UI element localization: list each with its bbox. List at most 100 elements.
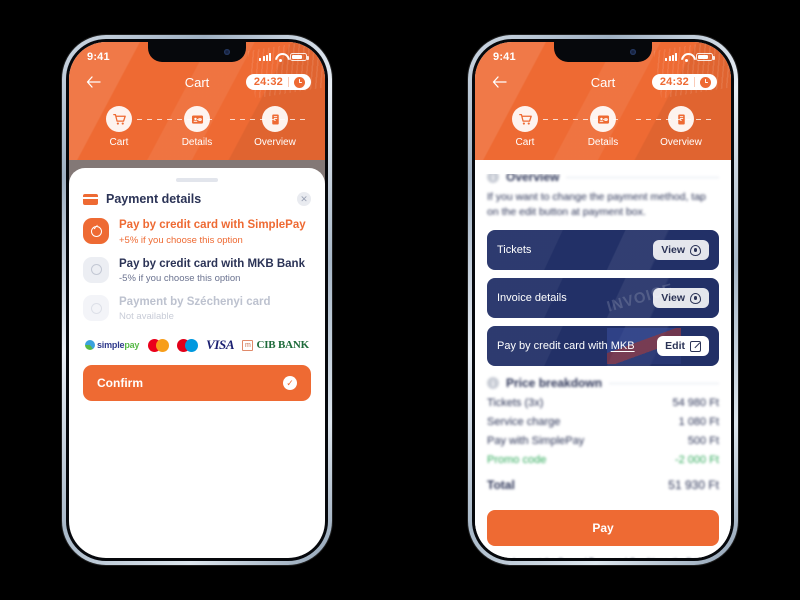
terms-text: I accept the General Terms and Condition… xyxy=(513,556,719,558)
price-breakdown-heading: Price breakdown xyxy=(506,376,603,391)
wifi-icon xyxy=(681,53,692,62)
progress-stepper: Cart Details Overview xyxy=(487,96,719,150)
payment-option-simplepay[interactable]: Pay by credit card with SimplePay +5% if… xyxy=(83,218,311,246)
option-subtitle: Not available xyxy=(119,311,174,323)
tickets-card-title: Tickets xyxy=(497,244,532,257)
session-timer[interactable]: 24:32 xyxy=(651,74,717,90)
cellular-signal-icon xyxy=(259,53,271,61)
divider xyxy=(694,77,695,87)
payment-edit-button[interactable]: Edit xyxy=(657,336,709,357)
stepper-step-cart[interactable]: Cart xyxy=(497,106,553,148)
clock-icon xyxy=(700,76,711,88)
stepper-step-cart[interactable]: Cart xyxy=(91,106,147,148)
price-row: Service charge 1 080 Ft xyxy=(487,416,719,428)
payment-card-title-prefix: Pay by credit card with xyxy=(497,340,611,353)
confirm-label: Confirm xyxy=(97,376,143,391)
terms-checkbox[interactable]: ✓ xyxy=(487,557,505,558)
phone-screen-right: 9:41 Cart 24:32 Cart Details Overview i … xyxy=(475,42,731,558)
stepper-label: Cart xyxy=(515,137,535,148)
price-row-value: 54 980 Ft xyxy=(672,397,719,410)
shopping-cart-icon xyxy=(512,106,538,132)
invoice-details-card[interactable]: INVOICE Invoice details View xyxy=(487,278,719,319)
button-label: Edit xyxy=(665,340,685,353)
page-title: Cart xyxy=(590,74,616,90)
status-bar-indicators xyxy=(259,52,309,62)
back-arrow-icon[interactable] xyxy=(489,72,509,92)
stepper-connector xyxy=(230,119,305,120)
price-breakdown-header: i Price breakdown xyxy=(487,376,719,390)
battery-icon xyxy=(290,52,309,62)
battery-icon xyxy=(696,52,715,62)
tickets-card[interactable]: Tickets View xyxy=(487,230,719,271)
radio-button xyxy=(83,295,109,322)
stepper-connector xyxy=(543,119,618,120)
price-row-value: 500 Ft xyxy=(687,435,719,448)
price-row-value: 1 080 Ft xyxy=(678,416,719,429)
cellular-signal-icon xyxy=(665,53,677,61)
price-row-promo: Promo code -2 000 Ft xyxy=(487,454,719,466)
eye-icon xyxy=(690,244,701,256)
pencil-icon xyxy=(690,340,701,352)
notch xyxy=(554,42,652,62)
status-bar-time: 9:41 xyxy=(493,51,516,63)
sheet-title: Payment details xyxy=(106,192,202,207)
stepper-step-overview[interactable]: Overview xyxy=(247,106,303,148)
maestro-logo xyxy=(176,338,198,352)
sheet-dismiss-band xyxy=(475,160,731,174)
session-timer-value: 24:32 xyxy=(659,76,689,88)
price-row-total: Total 51 930 Ft xyxy=(487,478,719,492)
info-icon: i xyxy=(487,377,499,390)
tickets-view-button[interactable]: View xyxy=(653,240,709,261)
visa-logo: VISA xyxy=(206,337,235,353)
invoice-view-button[interactable]: View xyxy=(653,288,709,309)
price-row: Pay with SimplePay 500 Ft xyxy=(487,435,719,447)
page-title: Cart xyxy=(184,74,210,90)
back-arrow-icon[interactable] xyxy=(83,72,103,92)
eye-icon xyxy=(690,292,701,304)
payment-card-bank-link[interactable]: MKB xyxy=(611,340,635,352)
simplepay-accent: pay xyxy=(124,340,140,351)
payment-card-title: Pay by credit card with MKB xyxy=(497,340,635,352)
cib-bank-wordmark: CIB BANK xyxy=(256,339,309,352)
close-icon[interactable]: ✕ xyxy=(297,192,311,207)
wifi-icon xyxy=(275,53,286,62)
home-indicator xyxy=(561,550,645,554)
front-camera-icon xyxy=(630,49,636,55)
button-label: View xyxy=(661,244,685,257)
stepper-step-details[interactable]: Details xyxy=(169,106,225,148)
nav-bar: Cart 24:32 xyxy=(81,68,313,96)
option-subtitle: -5% if you choose this option xyxy=(119,273,241,285)
price-row: Tickets (3x) 54 980 Ft xyxy=(487,397,719,409)
shopping-cart-icon xyxy=(106,106,132,132)
payment-option-mkb[interactable]: Pay by credit card with MKB Bank -5% if … xyxy=(83,256,311,285)
session-timer-value: 24:32 xyxy=(253,76,283,88)
total-value: 51 930 Ft xyxy=(668,478,719,493)
session-timer[interactable]: 24:32 xyxy=(245,74,311,90)
stepper-step-details[interactable]: Details xyxy=(575,106,631,148)
option-title: Pay by credit card with SimplePay xyxy=(119,219,306,232)
price-row-key: Tickets (3x) xyxy=(487,397,544,410)
pay-button[interactable]: Pay xyxy=(487,510,719,547)
invoice-card-title: Invoice details xyxy=(497,292,567,305)
radio-button[interactable] xyxy=(83,218,109,245)
divider xyxy=(566,176,719,178)
cib-bank-logo: m CIB BANK xyxy=(242,339,309,351)
payment-method-card[interactable]: Pay by credit card with MKB Edit xyxy=(487,326,719,367)
stepper-label: Overview xyxy=(660,137,702,148)
payment-details-sheet: Payment details ✕ Pay by credit card wit… xyxy=(69,168,325,416)
confirm-button[interactable]: Confirm ✓ xyxy=(83,365,311,402)
cib-mark-icon: m xyxy=(242,339,254,351)
stepper-step-overview[interactable]: Overview xyxy=(653,106,709,148)
option-subtitle: +5% if you choose this option xyxy=(119,234,243,246)
check-circle-icon: ✓ xyxy=(283,376,297,391)
overview-help-text: If you want to change the payment method… xyxy=(487,191,706,219)
phone-bezel: 9:41 Cart 24:32 xyxy=(66,39,328,561)
stepper-label: Details xyxy=(181,137,213,148)
progress-stepper: Cart Details Overview xyxy=(81,96,313,150)
button-label: View xyxy=(661,292,685,305)
simplepay-globe-icon xyxy=(85,340,95,351)
radio-button[interactable] xyxy=(83,256,109,283)
scroll-content: i Overview If you want to change the pay… xyxy=(475,160,731,498)
sheet-grabber[interactable] xyxy=(176,178,218,183)
stepper-label: Overview xyxy=(254,137,296,148)
